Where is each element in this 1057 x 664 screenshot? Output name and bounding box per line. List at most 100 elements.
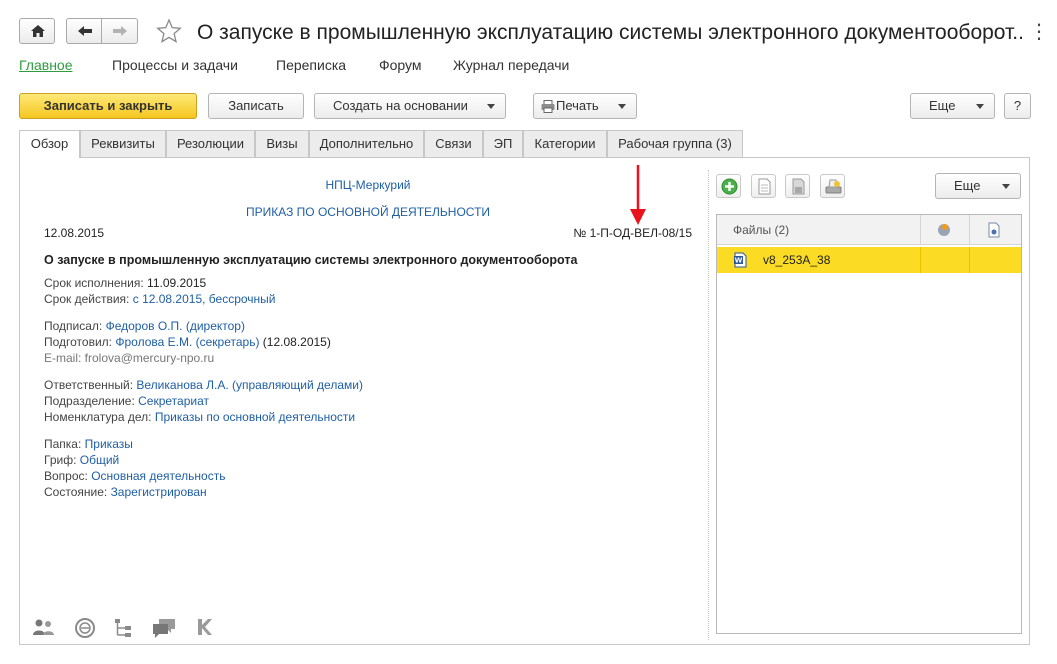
files-more-button[interactable]: Еще — [935, 173, 1021, 199]
section-forum[interactable]: Форум — [379, 57, 422, 73]
question-value[interactable]: Основная деятельность — [91, 469, 225, 483]
section-correspondence[interactable]: Переписка — [276, 57, 346, 73]
section-main[interactable]: Главное — [19, 57, 73, 73]
chat-icon[interactable] — [151, 617, 177, 639]
signed-line: Подписал: Федоров О.П. (директор) — [44, 319, 245, 333]
chevron-down-icon — [1002, 184, 1010, 189]
add-file-button[interactable] — [716, 174, 741, 198]
tree-icon[interactable] — [113, 617, 135, 639]
scan-file-button[interactable] — [820, 174, 845, 198]
tab-resolutions[interactable]: Резолюции — [166, 130, 255, 157]
file-name: v8_253A_38 — [763, 253, 831, 267]
tab-esignature[interactable]: ЭП — [483, 130, 523, 157]
annotation-arrow-icon — [630, 165, 646, 225]
word-doc-icon: W — [734, 252, 747, 268]
save-button[interactable]: Записать — [208, 93, 304, 119]
nomenclature-line: Номенклатура дел: Приказы по основной де… — [44, 410, 355, 424]
favorite-star-icon[interactable] — [156, 18, 182, 44]
section-processes[interactable]: Процессы и задачи — [112, 57, 238, 73]
question-label: Вопрос: — [44, 469, 88, 483]
table-row[interactable]: W v8_253A_38 — [717, 247, 1021, 273]
nomenclature-value[interactable]: Приказы по основной деятельности — [155, 410, 355, 424]
signed-column-icon[interactable] — [987, 222, 1001, 238]
doc-type[interactable]: ПРИКАЗ ПО ОСНОВНОЙ ДЕЯТЕЛЬНОСТИ — [208, 205, 528, 219]
org-name[interactable]: НПЦ-Меркурий — [258, 178, 478, 192]
plus-circle-icon — [721, 178, 738, 195]
stamp-value[interactable]: Общий — [80, 453, 120, 467]
tab-additional[interactable]: Дополнительно — [309, 130, 424, 157]
tab-overview[interactable]: Обзор — [19, 130, 80, 158]
create-based-on-button[interactable]: Создать на основании — [314, 93, 506, 119]
create-based-on-label: Создать на основании — [333, 98, 468, 113]
validity-value[interactable]: с 12.08.2015, бессрочный — [133, 292, 276, 306]
section-transfer-log[interactable]: Журнал передачи — [453, 57, 569, 73]
tab-requisites[interactable]: Реквизиты — [80, 130, 166, 157]
back-button[interactable] — [66, 18, 102, 44]
arrow-right-icon — [113, 26, 127, 36]
save-file-button[interactable] — [785, 174, 810, 198]
validity-line: Срок действия: с 12.08.2015, бессрочный — [44, 292, 276, 306]
letter-k-icon[interactable] — [196, 617, 214, 637]
open-file-button[interactable] — [751, 174, 776, 198]
chevron-down-icon — [487, 104, 495, 109]
folder-value[interactable]: Приказы — [85, 437, 133, 451]
discussion-icon[interactable] — [74, 617, 96, 639]
files-header-label[interactable]: Файлы (2) — [733, 223, 789, 237]
tab-categories[interactable]: Категории — [523, 130, 607, 157]
department-value[interactable]: Секретариат — [138, 394, 209, 408]
svg-text:W: W — [735, 257, 743, 265]
more-button[interactable]: Еще — [910, 93, 995, 119]
deadline-value: 11.09.2015 — [147, 276, 207, 290]
folder-line: Папка: Приказы — [44, 437, 133, 451]
nomenclature-label: Номенклатура дел: — [44, 410, 152, 424]
print-button[interactable]: Печать — [533, 93, 637, 119]
email-line: E-mail: frolova@mercury-npo.ru — [44, 351, 215, 365]
signed-label: Подписал: — [44, 319, 103, 333]
more-label: Еще — [929, 98, 956, 113]
status-line: Состояние: Зарегистрирован — [44, 485, 207, 499]
column-divider — [969, 215, 970, 245]
status-value[interactable]: Зарегистрирован — [111, 485, 207, 499]
column-divider — [920, 215, 921, 245]
department-line: Подразделение: Секретариат — [44, 394, 209, 408]
tab-visas[interactable]: Визы — [255, 130, 309, 157]
question-line: Вопрос: Основная деятельность — [44, 469, 225, 483]
prepared-date: (12.08.2015) — [262, 335, 331, 349]
window-menu-icon[interactable]: ⋮ — [1029, 22, 1049, 42]
signed-value[interactable]: Федоров О.П. (директор) — [106, 319, 245, 333]
scanner-icon — [825, 179, 842, 194]
arrow-left-icon — [78, 26, 92, 36]
file-save-icon — [792, 178, 805, 195]
print-label: Печать — [556, 98, 599, 113]
files-table[interactable]: Файлы (2) W v8_253A_38 — [716, 214, 1022, 634]
files-more-label: Еще — [954, 178, 981, 193]
folder-label: Папка: — [44, 437, 82, 451]
forward-button[interactable] — [101, 18, 138, 44]
users-icon[interactable] — [32, 617, 56, 637]
responsible-value[interactable]: Великанова Л.А. (управляющий делами) — [136, 378, 363, 392]
tab-links[interactable]: Связи — [424, 130, 483, 157]
files-table-header: Файлы (2) — [717, 215, 1021, 245]
prepared-value[interactable]: Фролова Е.М. (секретарь) — [115, 335, 259, 349]
column-divider — [969, 247, 970, 273]
stamp-line: Гриф: Общий — [44, 453, 119, 467]
chevron-down-icon — [976, 104, 984, 109]
tab-work-group[interactable]: Рабочая группа (3) — [607, 130, 743, 157]
help-button[interactable]: ? — [1004, 93, 1031, 119]
stamp-label: Гриф: — [44, 453, 77, 467]
save-and-close-button[interactable]: Записать и закрыть — [19, 93, 197, 119]
document-icon — [758, 178, 771, 195]
doc-number: № 1-П-ОД-ВЕЛ-08/15 — [573, 226, 692, 240]
deadline-line: Срок исполнения: 11.09.2015 — [44, 276, 206, 290]
doc-heading: О запуске в промышленную эксплуатацию си… — [44, 253, 578, 267]
home-button[interactable] — [19, 18, 55, 44]
chevron-down-icon — [618, 104, 626, 109]
page-title: О запуске в промышленную эксплуатацию си… — [197, 21, 1022, 44]
pane-divider[interactable] — [708, 170, 709, 640]
responsible-line: Ответственный: Великанова Л.А. (управляю… — [44, 378, 363, 392]
status-label: Состояние: — [44, 485, 108, 499]
validity-label: Срок действия: — [44, 292, 130, 306]
status-column-icon[interactable] — [936, 222, 952, 238]
doc-date: 12.08.2015 — [44, 226, 105, 240]
responsible-label: Ответственный: — [44, 378, 134, 392]
